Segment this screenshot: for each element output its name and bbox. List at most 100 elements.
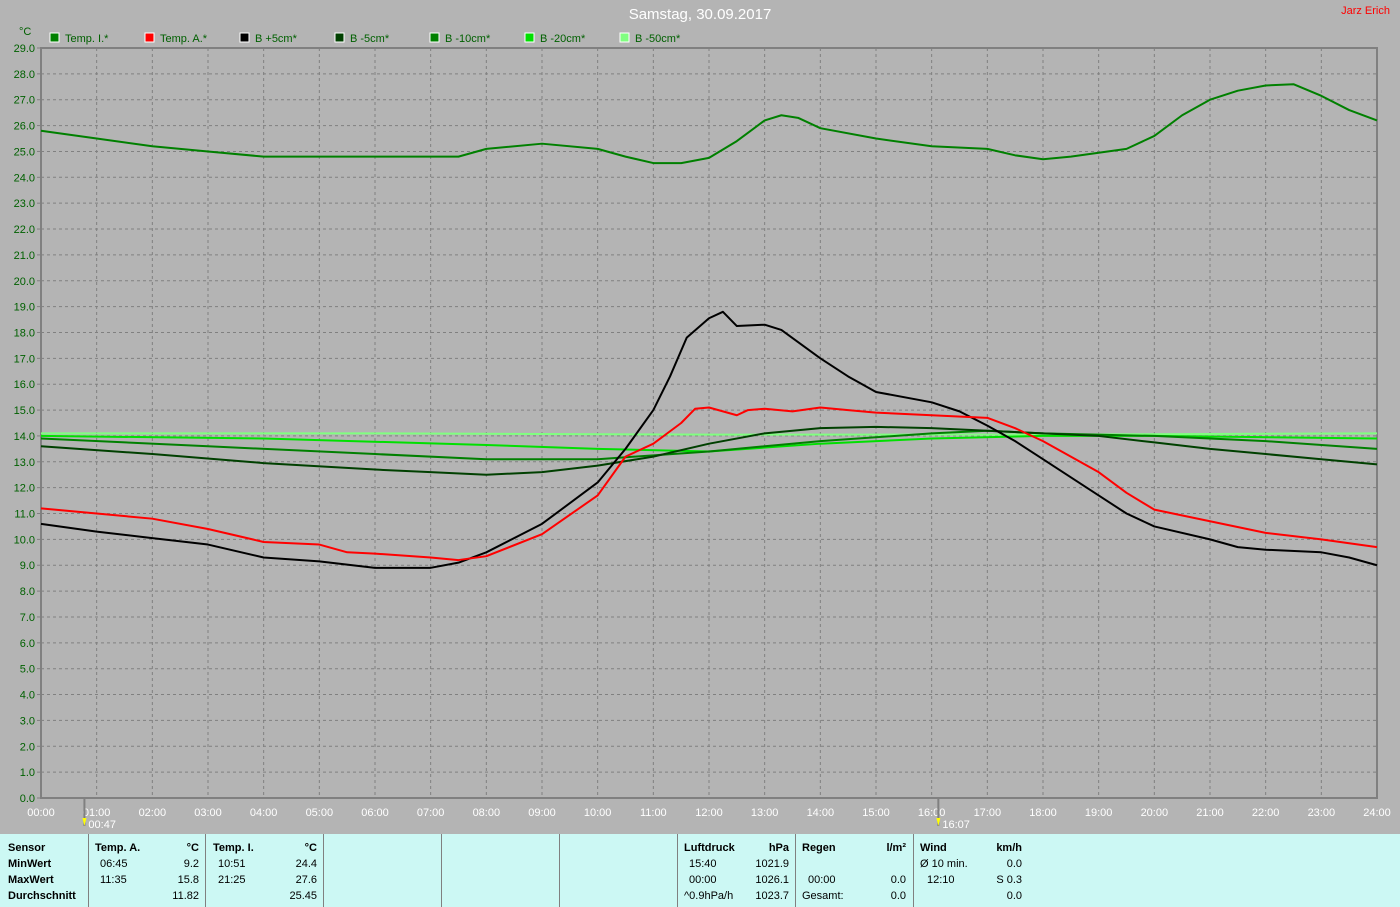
series-line-temp-a-	[40, 406, 1378, 562]
regen-value: 0.0	[890, 874, 906, 886]
legend-label: B -50cm*	[635, 33, 681, 45]
x-tick-label: 11:00	[640, 807, 667, 819]
y-tick-label: 0.0	[20, 793, 35, 805]
y-tick-label: 18.0	[14, 327, 35, 339]
x-tick-label: 13:00	[751, 807, 779, 819]
legend-label: B -10cm*	[445, 33, 491, 45]
x-tick-label: 04:00	[250, 807, 278, 819]
wind-gust-time: 12:10	[927, 874, 955, 886]
y-tick-label: 8.0	[20, 586, 35, 598]
wind-total: 0.0	[1006, 890, 1022, 902]
y-tick-label: 6.0	[20, 638, 35, 650]
statistics-table: Sensor MinWert MaxWert Durchschnitt Temp…	[0, 834, 1400, 907]
temp-a-min: 9.2	[183, 858, 199, 870]
x-tick-label: 23:00	[1308, 807, 1336, 819]
temp-a-max-time: 11:35	[100, 874, 127, 886]
wind-avg: 0.0	[1006, 858, 1022, 870]
y-tick-label: 19.0	[14, 302, 35, 314]
legend-label: B -20cm*	[540, 33, 586, 45]
row-label-sensor: Sensor	[8, 842, 46, 854]
y-tick-label: 16.0	[14, 379, 35, 391]
y-tick-label: 2.0	[20, 741, 35, 753]
temp-a-header: Temp. A.	[95, 842, 141, 854]
regen-header: Regen	[802, 842, 836, 854]
luftdruck-min-time: 15:40	[689, 858, 717, 870]
x-tick-label: 21:00	[1196, 807, 1224, 819]
luftdruck-max-time: 00:00	[689, 874, 717, 886]
x-tick-label: 16:00	[918, 807, 946, 819]
luftdruck-unit: hPa	[768, 842, 789, 854]
temp-i-header: Temp. I.	[213, 842, 254, 854]
x-tick-label: 06:00	[361, 807, 389, 819]
legend-swatch	[429, 32, 440, 43]
x-tick-label: 07:00	[417, 807, 445, 819]
regen-time: 00:00	[808, 874, 836, 886]
row-label-min: MinWert	[8, 858, 52, 870]
wind-gust: S 0.3	[996, 874, 1022, 886]
legend-label: Temp. A.*	[160, 33, 208, 45]
y-tick-label: 22.0	[14, 224, 35, 236]
x-tick-label: 10:00	[584, 807, 612, 819]
sun-marker-icon	[82, 818, 87, 826]
temp-i-avg: 25.45	[289, 890, 317, 902]
y-tick-label: 5.0	[20, 664, 35, 676]
legend-label: Temp. I.*	[65, 33, 109, 45]
legend-swatch	[49, 32, 60, 43]
x-tick-label: 22:00	[1252, 807, 1280, 819]
y-tick-label: 10.0	[14, 534, 35, 546]
y-tick-label: 13.0	[14, 457, 35, 469]
legend-swatch	[144, 32, 155, 43]
y-tick-label: 20.0	[14, 276, 35, 288]
x-tick-label: 20:00	[1141, 807, 1169, 819]
y-tick-label: 27.0	[14, 95, 35, 107]
x-tick-label: 09:00	[528, 807, 556, 819]
y-tick-label: 9.0	[20, 560, 35, 572]
y-tick-label: 29.0	[14, 43, 35, 55]
luftdruck-trend: ^0.9hPa/h	[684, 890, 734, 902]
temp-i-min: 24.4	[295, 858, 317, 870]
legend-swatch	[619, 32, 630, 43]
x-tick-label: 17:00	[974, 807, 1002, 819]
x-tick-label: 12:00	[695, 807, 723, 819]
y-tick-label: 14.0	[14, 431, 35, 443]
temperature-chart: 0.0 1.0 2.0 3.0 4.0 5.0 6.0 7.0 8.0 9.0 10.0 11.0 12…	[14, 32, 1391, 831]
temp-a-unit: °C	[186, 842, 199, 854]
y-tick-label: 25.0	[14, 146, 35, 158]
legend-swatch	[524, 32, 535, 43]
author-label: Jarz Erich	[1341, 5, 1390, 17]
sun-marker-label: 00:47	[88, 819, 116, 831]
y-tick-label: 28.0	[14, 69, 35, 81]
temp-a-avg: 11.82	[172, 890, 199, 902]
temp-i-unit: °C	[304, 842, 317, 854]
luftdruck-max: 1026.1	[755, 874, 789, 886]
regen-total: 0.0	[890, 890, 906, 902]
y-tick-label: 12.0	[14, 483, 35, 495]
temp-a-min-time: 06:45	[100, 858, 128, 870]
y-tick-label: 23.0	[14, 198, 35, 210]
legend-label: B -5cm*	[350, 33, 390, 45]
row-label-avg: Durchschnitt	[8, 890, 76, 902]
x-tick-label: 18:00	[1029, 807, 1057, 819]
temp-i-min-time: 10:51	[218, 858, 246, 870]
legend-swatch	[334, 32, 345, 43]
wind-avg-label: Ø 10 min.	[920, 858, 968, 870]
sun-marker-icon	[936, 818, 941, 826]
x-tick-label: 00:00	[27, 807, 55, 819]
luftdruck-header: Luftdruck	[684, 842, 735, 854]
regen-total-label: Gesamt:	[802, 890, 844, 902]
temp-i-max-time: 21:25	[218, 874, 246, 886]
luftdruck-min: 1021.9	[755, 858, 789, 870]
temp-i-max: 27.6	[295, 874, 317, 886]
y-axis-unit: °C	[19, 26, 32, 38]
x-tick-label: 24:00	[1363, 807, 1391, 819]
x-tick-label: 15:00	[862, 807, 890, 819]
wind-unit: km/h	[996, 842, 1022, 854]
luftdruck-avg: 1023.7	[755, 890, 789, 902]
temp-a-max: 15.8	[177, 874, 199, 886]
x-tick-label: 01:00	[83, 807, 111, 819]
y-tick-label: 1.0	[20, 767, 35, 779]
y-tick-label: 26.0	[14, 121, 35, 133]
x-tick-label: 08:00	[473, 807, 501, 819]
x-tick-label: 03:00	[194, 807, 222, 819]
wind-header: Wind	[920, 842, 947, 854]
